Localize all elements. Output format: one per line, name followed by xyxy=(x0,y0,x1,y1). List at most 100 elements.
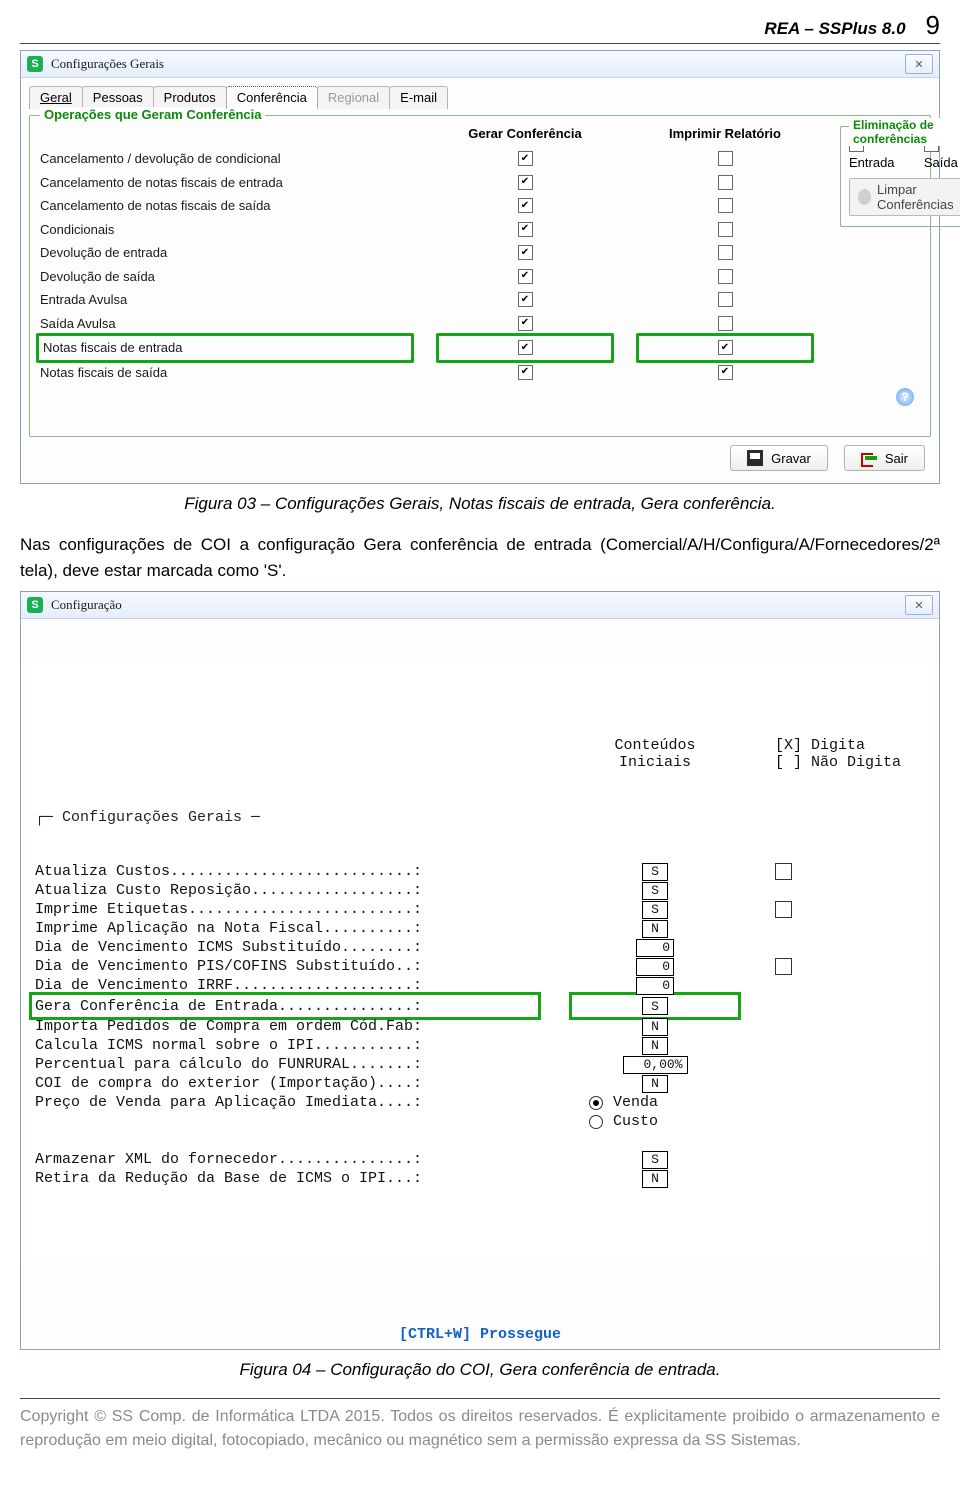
term-value[interactable]: S xyxy=(642,1151,668,1169)
group-operacoes-legend: Operações que Geram Conferência xyxy=(40,107,265,122)
figure-caption-2: Figura 04 – Configuração do COI, Gera co… xyxy=(20,1360,940,1380)
row-label: Cancelamento de notas fiscais de saída xyxy=(40,198,271,213)
chk-digita[interactable] xyxy=(775,958,792,975)
chk-imprimir[interactable] xyxy=(718,198,733,213)
chk-imprimir[interactable] xyxy=(718,175,733,190)
term-row-label: Importa Pedidos de Compra em ordem Cód.F… xyxy=(35,1017,535,1036)
chk-gerar[interactable] xyxy=(518,316,533,331)
group-eliminacao-legend: Eliminação de conferências xyxy=(849,118,960,146)
term-value[interactable]: 0,00% xyxy=(623,1056,688,1074)
chk-gerar[interactable] xyxy=(518,245,533,260)
chk-digita[interactable] xyxy=(775,863,792,880)
tab-geral[interactable]: Geral xyxy=(29,86,83,109)
header-title: REA – SSPlus 8.0 xyxy=(764,19,905,39)
term-row-label: Imprime Etiquetas.......................… xyxy=(35,900,535,919)
chk-gerar[interactable] xyxy=(518,198,533,213)
body-paragraph-1: Nas configurações de COI a configuração … xyxy=(20,532,940,583)
chk-imprimir[interactable] xyxy=(718,365,733,380)
help-icon[interactable]: ? xyxy=(896,388,914,406)
tab-pessoas[interactable]: Pessoas xyxy=(82,86,154,109)
window2-titlebar: S Configuração ✕ xyxy=(21,592,939,619)
exit-icon xyxy=(861,450,877,466)
col-gerar-header: Gerar Conferência xyxy=(440,126,610,141)
tab-produtos[interactable]: Produtos xyxy=(153,86,227,109)
prossegue-hint: [CTRL+W] Prossegue xyxy=(21,1322,939,1349)
chk-gerar[interactable] xyxy=(518,151,533,166)
term-value[interactable]: 0 xyxy=(636,939,674,957)
term-row-label: Atualiza Custo Reposição................… xyxy=(35,881,535,900)
row-label: Notas fiscais de saída xyxy=(40,365,167,380)
window-configuracoes-gerais: S Configurações Gerais ✕ Geral Pessoas P… xyxy=(20,50,940,484)
sair-button[interactable]: Sair xyxy=(844,445,925,471)
window-configuracao-coi: S Configuração ✕ ┌─ Configurações Gerais… xyxy=(20,591,940,1350)
chk-imprimir[interactable] xyxy=(718,222,733,237)
chk-imprimir[interactable] xyxy=(718,245,733,260)
row-label: Cancelamento / devolução de condicional xyxy=(40,151,281,166)
gravar-button[interactable]: Gravar xyxy=(730,445,828,471)
tab-email[interactable]: E-mail xyxy=(389,86,448,109)
row-label: Cancelamento de notas fiscais de entrada xyxy=(40,175,283,190)
term-value[interactable]: 0 xyxy=(636,977,674,995)
term-value[interactable]: S xyxy=(642,882,668,900)
col-conteudos-header: Conteúdos Iniciais xyxy=(575,737,735,771)
term-row-label: COI de compra do exterior (Importação)..… xyxy=(35,1074,535,1093)
chk-imprimir[interactable] xyxy=(718,151,733,166)
btn-limpar-conferencias[interactable]: Limpar Conferências xyxy=(849,178,960,216)
close-icon[interactable]: ✕ xyxy=(905,54,933,74)
save-icon xyxy=(747,450,763,466)
chk-imprimir[interactable] xyxy=(718,340,733,355)
term-value[interactable]: N xyxy=(642,920,668,938)
term-row-highlight: Gera Conferência de Entrada.............… xyxy=(29,992,541,1020)
col-digita-header: [X] Digita [ ] Não Digita xyxy=(775,737,925,771)
term-row-label: Imprime Aplicação na Nota Fiscal........… xyxy=(35,919,535,938)
chk-gerar[interactable] xyxy=(518,222,533,237)
term-value[interactable]: S xyxy=(642,863,668,881)
clear-icon xyxy=(858,189,871,205)
term-value[interactable]: N xyxy=(642,1170,668,1188)
col-imprimir-header: Imprimir Relatório xyxy=(640,126,810,141)
term-row-label: Dia de Vencimento ICMS Substituído......… xyxy=(35,938,535,957)
chk-gerar[interactable] xyxy=(518,292,533,307)
term-value[interactable]: N xyxy=(642,1075,668,1093)
term-group-label: ┌─ Configurações Gerais ─ xyxy=(35,809,535,826)
term-value[interactable]: N xyxy=(642,1037,668,1055)
chk-gerar[interactable] xyxy=(518,269,533,284)
group-eliminacao: Eliminação de conferências Entrada Saída… xyxy=(840,126,960,227)
group-operacoes: Operações que Geram Conferência Cancelam… xyxy=(29,115,931,437)
term-row-label: Dia de Vencimento PIS/COFINS Substituído… xyxy=(35,957,535,976)
figure-caption-1: Figura 03 – Configurações Gerais, Notas … xyxy=(20,494,940,514)
radio-custo[interactable] xyxy=(589,1115,603,1129)
chk-gerar[interactable] xyxy=(518,340,533,355)
radio-venda[interactable] xyxy=(589,1096,603,1110)
chk-digita[interactable] xyxy=(775,901,792,918)
close-icon[interactable]: ✕ xyxy=(905,595,933,615)
term-row-label: Retira da Redução da Base de ICMS o IPI.… xyxy=(35,1169,535,1188)
row-label: Condicionais xyxy=(40,222,114,237)
row-label: Notas fiscais de entrada xyxy=(43,340,182,355)
page-header: REA – SSPlus 8.0 9 xyxy=(20,8,940,44)
term-row-label: Calcula ICMS normal sobre o IPI.........… xyxy=(35,1036,535,1055)
term-row-label: Percentual para cálculo do FUNRURAL.....… xyxy=(35,1055,535,1074)
row-label: Saída Avulsa xyxy=(40,316,116,331)
chk-gerar[interactable] xyxy=(518,175,533,190)
row-label: Devolução de saída xyxy=(40,269,155,284)
chk-imprimir[interactable] xyxy=(718,292,733,307)
term-value[interactable]: N xyxy=(642,1018,668,1036)
tab-regional: Regional xyxy=(317,86,390,109)
term-row-label: Preço de Venda para Aplicação Imediata..… xyxy=(35,1093,535,1112)
window1-titlebar: S Configurações Gerais ✕ xyxy=(21,51,939,78)
footer-copyright: Copyright © SS Comp. de Informática LTDA… xyxy=(20,1405,940,1453)
chk-imprimir[interactable] xyxy=(718,269,733,284)
row-label: Entrada Avulsa xyxy=(40,292,127,307)
chk-gerar[interactable] xyxy=(518,365,533,380)
term-row-label: Armazenar XML do fornecedor.............… xyxy=(35,1150,535,1169)
tabs: Geral Pessoas Produtos Conferência Regio… xyxy=(29,86,931,109)
footer-divider xyxy=(20,1398,940,1399)
term-value[interactable]: 0 xyxy=(636,958,674,976)
chk-imprimir[interactable] xyxy=(718,316,733,331)
term-value[interactable]: S xyxy=(642,901,668,919)
term-value[interactable]: S xyxy=(642,997,668,1015)
tab-conferencia[interactable]: Conferência xyxy=(226,86,318,109)
page-number: 9 xyxy=(926,10,940,41)
window2-title: Configuração xyxy=(51,597,905,613)
